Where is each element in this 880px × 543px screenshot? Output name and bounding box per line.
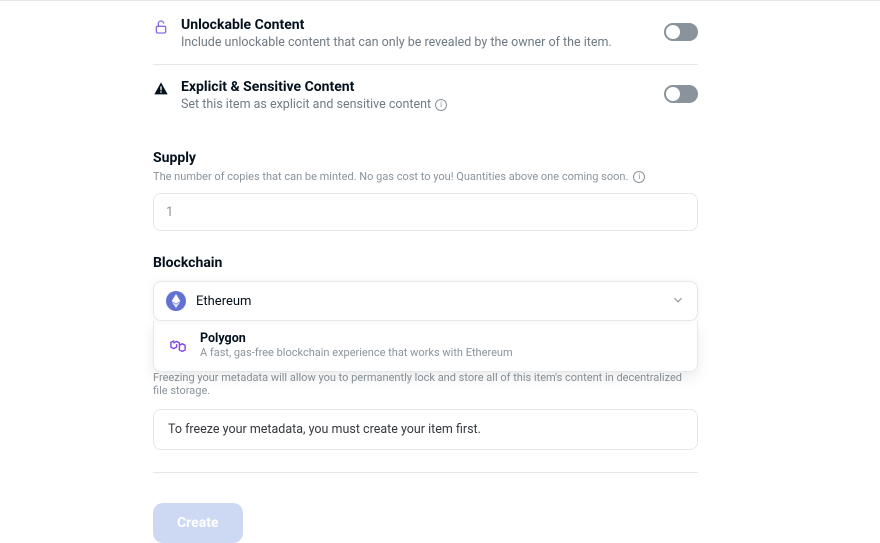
freeze-notice: To freeze your metadata, you must create… (153, 409, 698, 450)
supply-section: Supply The number of copies that can be … (153, 150, 698, 231)
lock-open-icon (153, 19, 169, 39)
warning-icon (153, 81, 169, 101)
explicit-description: Set this item as explicit and sensitive … (181, 97, 658, 112)
explicit-content-row: Explicit & Sensitive Content Set this it… (153, 65, 698, 126)
freeze-description: Freezing your metadata will allow you to… (153, 371, 698, 397)
blockchain-select[interactable]: Ethereum (153, 281, 698, 321)
supply-input[interactable]: 1 (153, 193, 698, 231)
explicit-toggle[interactable] (664, 85, 698, 103)
supply-hint: The number of copies that can be minted.… (153, 170, 698, 183)
supply-value: 1 (166, 205, 173, 220)
create-button[interactable]: Create (153, 503, 243, 543)
info-icon[interactable]: i (435, 99, 447, 111)
info-icon[interactable]: i (633, 171, 645, 183)
blockchain-option-polygon[interactable]: Polygon A fast, gas-free blockchain expe… (153, 321, 698, 372)
unlockable-content-row: Unlockable Content Include unlockable co… (153, 9, 698, 65)
section-divider (153, 472, 698, 473)
ethereum-icon (166, 291, 186, 311)
chevron-down-icon (671, 292, 685, 311)
polygon-icon (168, 335, 188, 355)
supply-label: Supply (153, 150, 698, 166)
polygon-option-title: Polygon (200, 331, 513, 346)
blockchain-selected: Ethereum (196, 294, 671, 309)
polygon-option-desc: A fast, gas-free blockchain experience t… (200, 346, 513, 359)
blockchain-label: Blockchain (153, 255, 698, 271)
blockchain-section: Blockchain Ethereum (153, 255, 698, 450)
unlockable-description: Include unlockable content that can only… (181, 35, 658, 50)
explicit-title: Explicit & Sensitive Content (181, 79, 658, 95)
unlockable-toggle[interactable] (664, 23, 698, 41)
unlockable-title: Unlockable Content (181, 17, 658, 33)
